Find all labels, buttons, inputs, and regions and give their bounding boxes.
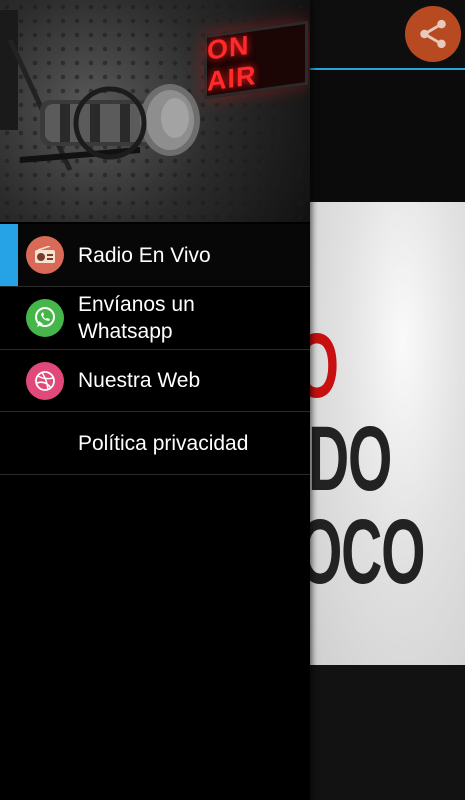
poster-line-2: DO — [310, 408, 392, 510]
menu-item-label: Envíanos un Whatsapp — [78, 291, 195, 345]
menu-item-politica-privacidad[interactable]: Política privacidad — [0, 412, 310, 475]
share-button[interactable] — [405, 6, 461, 62]
menu-item-label: Nuestra Web — [78, 369, 201, 392]
menu-item-label-line-1: Envíanos un — [78, 293, 195, 316]
on-air-text: ON AIR — [207, 29, 257, 97]
menu-item-nuestra-web[interactable]: Nuestra Web — [0, 350, 310, 412]
menu-item-radio-en-vivo[interactable]: Radio En Vivo — [0, 224, 310, 287]
menu-item-label: Política privacidad — [78, 431, 249, 455]
active-indicator — [0, 224, 18, 286]
whatsapp-icon — [26, 299, 64, 337]
radio-icon — [26, 236, 64, 274]
poster-line-1: IO — [310, 314, 339, 419]
navigation-drawer: ON AIR Radio En Vivo Envíanos un Whatsap… — [0, 0, 310, 800]
menu-item-label-line-2: Whatsapp — [78, 320, 173, 343]
menu-item-label: Radio En Vivo — [78, 243, 211, 267]
share-icon — [420, 19, 446, 49]
menu-item-whatsapp[interactable]: Envíanos un Whatsapp — [0, 287, 310, 350]
station-poster: IO DO OCO — [310, 202, 465, 665]
drawer-header-image: ON AIR — [0, 0, 310, 222]
poster-line-3: OCO — [310, 501, 425, 603]
dribbble-icon — [26, 361, 64, 400]
player-area — [310, 665, 465, 800]
